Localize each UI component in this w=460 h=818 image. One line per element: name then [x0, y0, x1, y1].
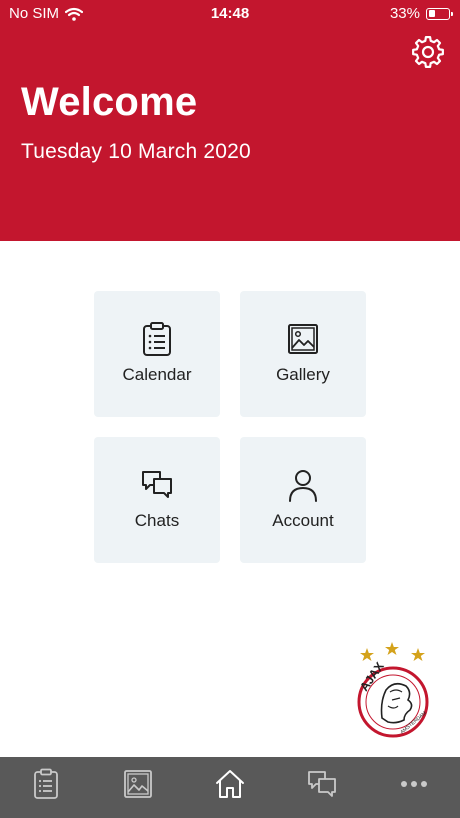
user-icon — [289, 470, 317, 502]
tab-bar — [0, 757, 460, 818]
account-tile[interactable]: Account — [240, 437, 366, 563]
status-right: 33% — [389, 5, 453, 22]
clipboard-icon — [34, 768, 58, 799]
tab-chats[interactable] — [276, 757, 368, 818]
calendar-tile[interactable]: Calendar — [94, 291, 220, 417]
page-title: Welcome — [21, 80, 198, 124]
date-label: Tuesday 10 March 2020 — [21, 140, 251, 163]
battery-fill — [428, 10, 435, 17]
status-bar: No SIM 14:48 33% — [0, 0, 460, 28]
more-icon — [401, 781, 427, 787]
chats-tile[interactable]: Chats — [94, 437, 220, 563]
gear-icon[interactable] — [410, 34, 446, 70]
clipboard-icon — [143, 322, 171, 356]
chat-icon — [308, 771, 336, 797]
tab-home[interactable] — [184, 757, 276, 818]
tile-label-chats: Chats — [134, 511, 180, 530]
tile-label-calendar: Calendar — [122, 365, 192, 384]
home-icon — [216, 770, 244, 798]
tile-label-gallery: Gallery — [276, 365, 330, 384]
tile-label-account: Account — [272, 511, 334, 530]
gallery-tile[interactable]: Gallery — [240, 291, 366, 417]
ajax-logo: AJAX AMSTERDAM — [357, 642, 429, 738]
image-icon — [124, 770, 152, 798]
header: No SIM 14:48 33% Welcome Tuesday 10 Marc… — [0, 0, 460, 241]
chat-icon — [142, 471, 172, 498]
battery-icon — [426, 7, 453, 20]
tab-calendar[interactable] — [0, 757, 92, 818]
tab-gallery[interactable] — [92, 757, 184, 818]
tab-more[interactable] — [368, 757, 460, 818]
battery-percent: 33% — [389, 5, 420, 22]
image-icon — [288, 324, 318, 354]
